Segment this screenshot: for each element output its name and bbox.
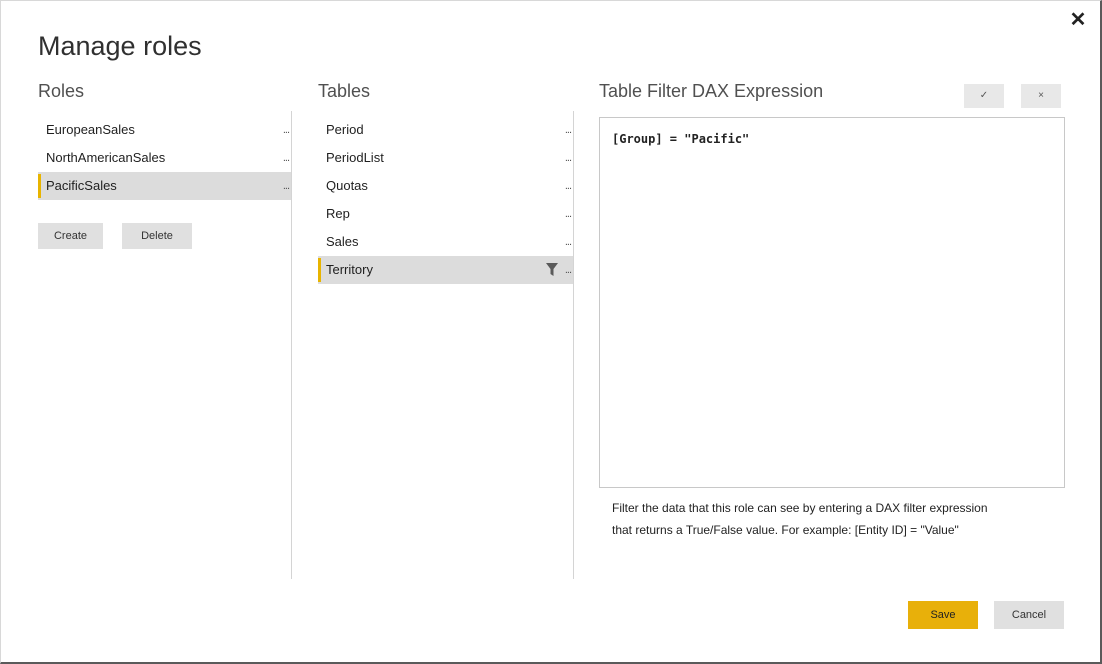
table-label: Period [326, 122, 364, 137]
table-item-territory[interactable]: Territory ... [318, 256, 573, 284]
more-options-icon[interactable]: ... [565, 228, 572, 256]
more-options-icon[interactable]: ... [283, 144, 290, 172]
more-options-icon[interactable]: ... [565, 144, 572, 172]
table-label: PeriodList [326, 150, 384, 165]
save-button[interactable]: Save [908, 601, 978, 629]
manage-roles-dialog: ✕ Manage roles Roles EuropeanSales ... N… [0, 0, 1102, 664]
role-item-pacificsales[interactable]: PacificSales ... [38, 172, 291, 200]
more-options-icon[interactable]: ... [565, 256, 572, 284]
tables-header: Tables [318, 81, 371, 101]
role-label: PacificSales [46, 178, 117, 193]
dax-hint-text: Filter the data that this role can see b… [612, 497, 1062, 541]
table-label: Rep [326, 206, 350, 221]
confirm-check-button[interactable]: ✓ [964, 84, 1004, 108]
table-item-sales[interactable]: Sales ... [318, 228, 573, 256]
close-icon[interactable]: ✕ [1065, 7, 1091, 33]
column-divider [291, 111, 292, 579]
table-label: Sales [326, 234, 359, 249]
roles-list: EuropeanSales ... NorthAmericanSales ...… [38, 116, 291, 200]
table-item-periodlist[interactable]: PeriodList ... [318, 144, 573, 172]
more-options-icon[interactable]: ... [565, 200, 572, 228]
table-item-period[interactable]: Period ... [318, 116, 573, 144]
delete-button[interactable]: Delete [122, 223, 192, 249]
table-item-quotas[interactable]: Quotas ... [318, 172, 573, 200]
more-options-icon[interactable]: ... [283, 116, 290, 144]
role-label: EuropeanSales [46, 122, 135, 137]
create-button[interactable]: Create [38, 223, 103, 249]
table-label: Territory [326, 262, 373, 277]
more-options-icon[interactable]: ... [565, 172, 572, 200]
dax-expression-editor[interactable]: [Group] = "Pacific" [599, 117, 1065, 488]
role-item-northamericansales[interactable]: NorthAmericanSales ... [38, 144, 291, 172]
role-label: NorthAmericanSales [46, 150, 166, 165]
dialog-title: Manage roles [38, 31, 202, 61]
more-options-icon[interactable]: ... [565, 116, 572, 144]
roles-header: Roles [38, 81, 85, 101]
hint-line-2: that returns a True/False value. For exa… [612, 523, 959, 537]
table-label: Quotas [326, 178, 368, 193]
discard-x-button[interactable]: × [1021, 84, 1061, 108]
table-item-rep[interactable]: Rep ... [318, 200, 573, 228]
more-options-icon[interactable]: ... [283, 172, 290, 200]
filter-icon [546, 263, 558, 276]
cancel-button[interactable]: Cancel [994, 601, 1064, 629]
dax-header: Table Filter DAX Expression [599, 81, 824, 101]
hint-line-1: Filter the data that this role can see b… [612, 501, 988, 515]
tables-list: Period ... PeriodList ... Quotas ... Rep… [318, 116, 573, 284]
dax-expression-text: [Group] = "Pacific" [612, 132, 750, 146]
role-item-europeansales[interactable]: EuropeanSales ... [38, 116, 291, 144]
column-divider [573, 111, 574, 579]
